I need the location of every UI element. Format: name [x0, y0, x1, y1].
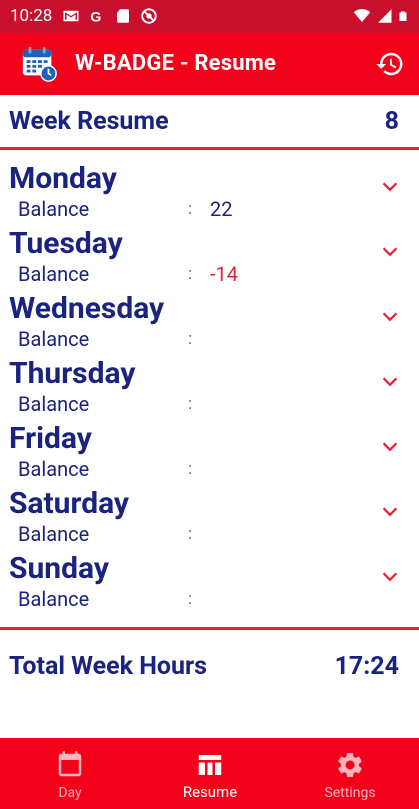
balance-label: Balance	[18, 392, 90, 416]
chevron-down-icon[interactable]	[379, 306, 401, 328]
app-title: W-BADGE - Resume	[75, 51, 277, 76]
balance-value: -14	[210, 262, 239, 286]
day-name: Monday	[9, 161, 117, 196]
day-name: Sunday	[9, 551, 109, 586]
balance-label: Balance	[18, 587, 90, 611]
signal-icon	[378, 9, 392, 23]
week-header: Week Resume 8	[0, 95, 419, 150]
calendar-icon	[58, 751, 82, 777]
status-time: 10:28	[10, 6, 53, 26]
balance-colon: :	[188, 589, 193, 609]
total-week-hours-label: Total Week Hours	[9, 652, 207, 681]
gmail-icon	[63, 10, 79, 22]
day-row-saturday[interactable]: Saturday Balance :	[0, 487, 419, 553]
chevron-down-icon[interactable]	[379, 241, 401, 263]
history-icon[interactable]	[375, 49, 405, 79]
svg-text:G: G	[90, 9, 101, 25]
chevron-down-icon[interactable]	[379, 566, 401, 588]
balance-colon: :	[188, 459, 193, 479]
day-name: Friday	[9, 421, 92, 456]
nav-item-day[interactable]: Day	[0, 738, 140, 809]
day-row-sunday[interactable]: Sunday Balance :	[0, 552, 419, 618]
day-name: Wednesday	[9, 291, 165, 326]
day-row-tuesday[interactable]: Tuesday Balance : -14	[0, 227, 419, 293]
day-name: Saturday	[9, 486, 130, 521]
balance-colon: :	[188, 264, 193, 284]
nav-item-settings[interactable]: Settings	[280, 738, 419, 809]
chevron-down-icon[interactable]	[379, 436, 401, 458]
chevron-down-icon[interactable]	[379, 371, 401, 393]
balance-label: Balance	[18, 197, 90, 221]
balance-label: Balance	[18, 262, 90, 286]
balance-label: Balance	[18, 457, 90, 481]
balance-value: 22	[210, 197, 233, 221]
nav-label: Day	[58, 785, 82, 801]
bottom-navigation: Day Resume Settings	[0, 738, 419, 809]
nav-item-resume[interactable]: Resume	[140, 738, 280, 809]
balance-colon: :	[188, 199, 193, 219]
balance-colon: :	[188, 394, 193, 414]
google-icon: G	[90, 9, 101, 25]
divider	[0, 627, 419, 630]
notification-icons: G	[62, 7, 158, 25]
week-title: Week Resume	[9, 107, 169, 136]
nav-label: Resume	[182, 783, 238, 801]
total-week-hours-value: 17:24	[334, 652, 399, 681]
system-icons	[353, 7, 409, 25]
balance-colon: :	[188, 524, 193, 544]
chevron-down-icon[interactable]	[379, 501, 401, 523]
balance-colon: :	[188, 329, 193, 349]
table-icon	[198, 755, 222, 775]
wifi-icon	[353, 8, 371, 22]
day-row-friday[interactable]: Friday Balance :	[0, 422, 419, 488]
status-bar: 10:28 G	[0, 0, 419, 33]
no-disturb-icon	[141, 8, 157, 24]
chevron-down-icon[interactable]	[379, 176, 401, 198]
day-row-monday[interactable]: Monday Balance : 22	[0, 162, 419, 228]
sd-card-icon	[117, 9, 129, 23]
balance-label: Balance	[18, 327, 90, 351]
day-name: Tuesday	[9, 226, 123, 261]
calendar-clock-icon	[22, 46, 57, 82]
week-number: 8	[384, 107, 399, 136]
gear-icon	[338, 752, 362, 777]
day-row-thursday[interactable]: Thursday Balance :	[0, 357, 419, 423]
battery-icon	[399, 11, 407, 21]
app-bar: W-BADGE - Resume	[0, 33, 419, 95]
day-row-wednesday[interactable]: Wednesday Balance :	[0, 292, 419, 358]
nav-label: Settings	[324, 785, 376, 801]
balance-label: Balance	[18, 522, 90, 546]
day-name: Thursday	[9, 356, 136, 391]
